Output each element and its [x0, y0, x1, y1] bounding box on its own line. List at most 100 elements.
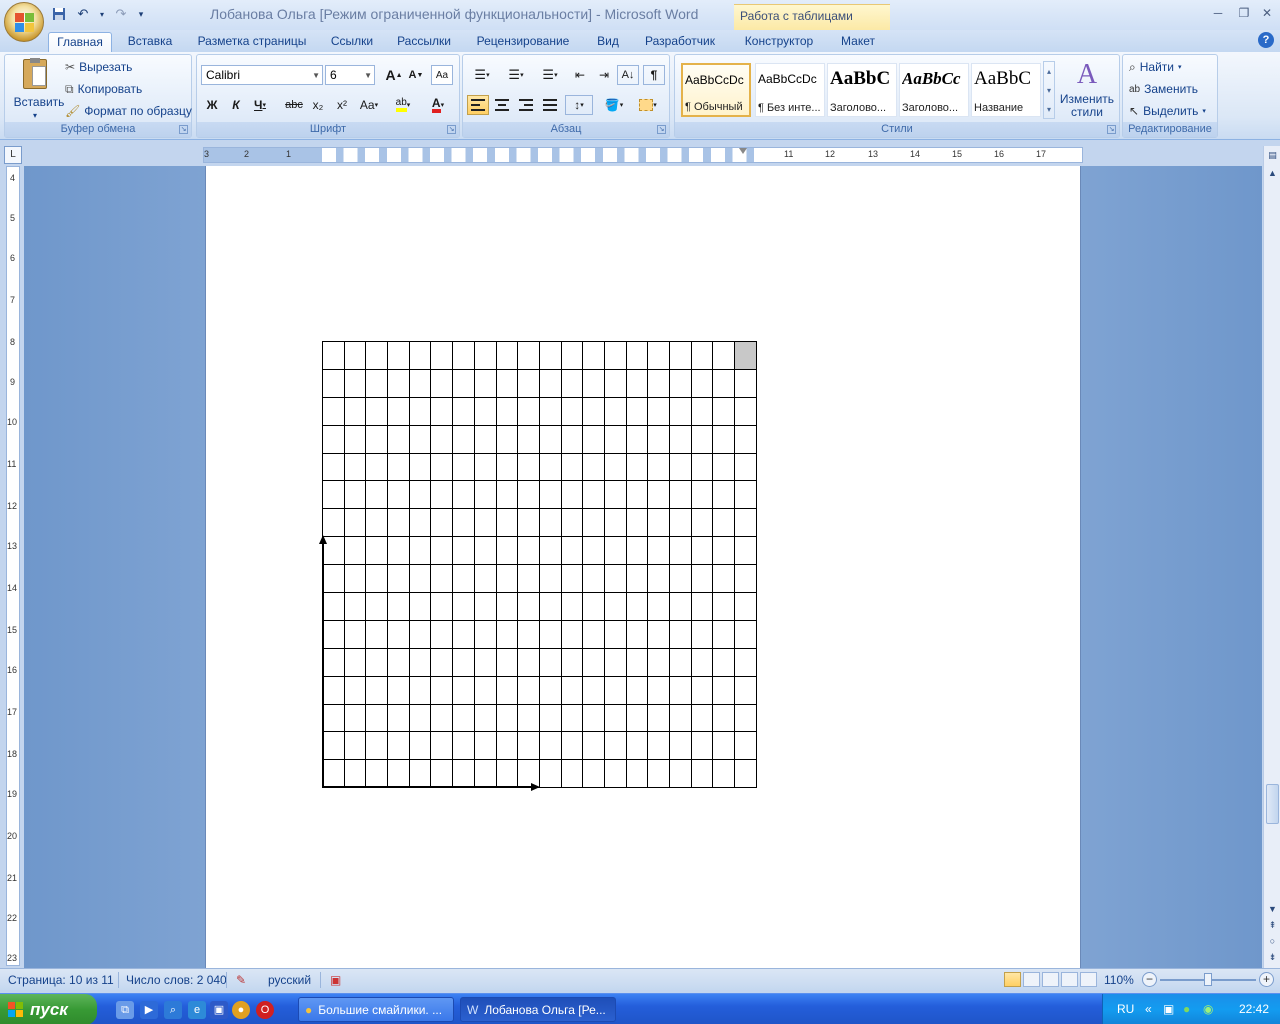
scroll-up-icon[interactable]: ▲ [1265, 166, 1280, 181]
table-cell[interactable] [582, 619, 605, 649]
table-cell[interactable] [560, 564, 584, 594]
media-player-icon[interactable]: ▶ [140, 1001, 158, 1019]
dialog-launcher-icon[interactable]: ↘ [179, 125, 188, 134]
table-cell[interactable] [690, 592, 714, 621]
table-cell[interactable] [538, 619, 562, 649]
previous-page-icon[interactable]: ⇞ [1265, 918, 1280, 933]
next-page-icon[interactable]: ⇟ [1265, 950, 1280, 965]
justify-button[interactable] [539, 95, 561, 115]
table-cell[interactable] [625, 368, 649, 398]
font-color-button[interactable]: A ▾ [423, 95, 453, 115]
show-marks-button[interactable]: ¶ [643, 65, 665, 85]
antivirus-icon[interactable]: ● [1183, 1002, 1190, 1016]
save-icon[interactable] [50, 5, 68, 23]
table-cell[interactable] [647, 536, 670, 566]
select-button[interactable]: ↖ Выделить ▾ [1129, 101, 1206, 121]
grid-table[interactable] [322, 341, 757, 789]
table-cell[interactable] [669, 619, 692, 649]
table-cell[interactable] [582, 480, 605, 510]
table-cell[interactable] [408, 759, 432, 789]
table-cell[interactable] [322, 480, 345, 510]
table-cell[interactable] [387, 480, 410, 510]
subscript-button[interactable]: x₂ [307, 95, 329, 115]
table-cell[interactable] [365, 703, 389, 733]
font-size-combo[interactable]: 6 ▼ [325, 65, 375, 85]
start-button[interactable]: пуск [0, 994, 97, 1024]
table-cell[interactable] [647, 592, 670, 621]
table-cell[interactable] [734, 703, 757, 733]
table-cell[interactable] [495, 480, 519, 510]
table-cell[interactable] [734, 759, 757, 789]
table-cell[interactable] [734, 368, 757, 398]
table-cell[interactable] [495, 424, 519, 454]
align-center-button[interactable] [491, 95, 513, 115]
strikethrough-button[interactable]: abc [283, 95, 305, 115]
table-cell[interactable] [669, 508, 692, 538]
increase-indent-button[interactable]: ⇥ [593, 65, 615, 85]
table-cell[interactable] [365, 452, 389, 482]
table-cell[interactable] [582, 368, 605, 398]
table-cell[interactable] [495, 592, 519, 621]
table-cell[interactable] [495, 619, 519, 649]
table-cell[interactable] [669, 424, 692, 454]
table-cell[interactable] [603, 703, 627, 733]
table-cell[interactable] [538, 368, 562, 398]
table-cell[interactable] [387, 675, 410, 705]
taskbar-task-word[interactable]: W Лобанова Ольга [Ре... [460, 997, 616, 1022]
table-cell[interactable] [582, 396, 605, 426]
table-cell[interactable] [560, 396, 584, 426]
table-cell[interactable] [473, 731, 497, 761]
table-cell[interactable] [690, 647, 714, 677]
zoom-in-icon[interactable]: + [1259, 972, 1274, 987]
dialog-launcher-icon[interactable]: ↘ [657, 125, 666, 134]
table-cell[interactable] [430, 424, 454, 454]
table-cell[interactable] [582, 508, 605, 538]
table-cell[interactable] [625, 480, 649, 510]
table-cell[interactable] [625, 759, 649, 789]
table-cell[interactable] [430, 675, 454, 705]
table-cell[interactable] [387, 759, 410, 789]
table-cell[interactable] [452, 703, 475, 733]
decrease-indent-button[interactable]: ⇤ [569, 65, 591, 85]
table-cell[interactable] [712, 452, 736, 482]
table-cell[interactable] [495, 564, 519, 594]
table-cell[interactable] [560, 341, 584, 370]
table-cell[interactable] [625, 592, 649, 621]
table-cell[interactable] [625, 508, 649, 538]
table-cell[interactable] [387, 731, 410, 761]
align-right-button[interactable] [515, 95, 537, 115]
table-cell[interactable] [430, 452, 454, 482]
table-cell[interactable] [517, 592, 540, 621]
table-cell[interactable] [560, 452, 584, 482]
table-cell[interactable] [495, 647, 519, 677]
table-cell[interactable] [690, 536, 714, 566]
table-cell[interactable] [712, 675, 736, 705]
table-cell[interactable] [517, 452, 540, 482]
macro-record-icon[interactable]: ▣ [330, 973, 341, 987]
table-cell[interactable] [647, 508, 670, 538]
align-left-button[interactable] [467, 95, 489, 115]
table-cell[interactable] [690, 424, 714, 454]
table-cell[interactable] [473, 675, 497, 705]
help-icon[interactable]: ? [1258, 32, 1274, 48]
table-cell[interactable] [603, 368, 627, 398]
outline-view-icon[interactable] [1061, 972, 1078, 987]
undo-dropdown-icon[interactable]: ▾ [98, 5, 106, 23]
table-cell[interactable] [538, 675, 562, 705]
table-cell[interactable] [603, 508, 627, 538]
office-button[interactable] [4, 2, 44, 42]
table-cell[interactable] [430, 508, 454, 538]
table-cell[interactable] [473, 703, 497, 733]
tab-selector[interactable]: L [4, 146, 22, 164]
table-cell[interactable] [647, 452, 670, 482]
table-cell[interactable] [582, 647, 605, 677]
table-cell[interactable] [408, 368, 432, 398]
table-cell[interactable] [560, 424, 584, 454]
table-cell[interactable] [473, 368, 497, 398]
zoom-out-icon[interactable]: − [1142, 972, 1157, 987]
table-cell[interactable] [538, 341, 562, 370]
table-cell[interactable] [473, 647, 497, 677]
table-cell[interactable] [712, 647, 736, 677]
table-cell[interactable] [387, 564, 410, 594]
table-cell[interactable] [495, 508, 519, 538]
